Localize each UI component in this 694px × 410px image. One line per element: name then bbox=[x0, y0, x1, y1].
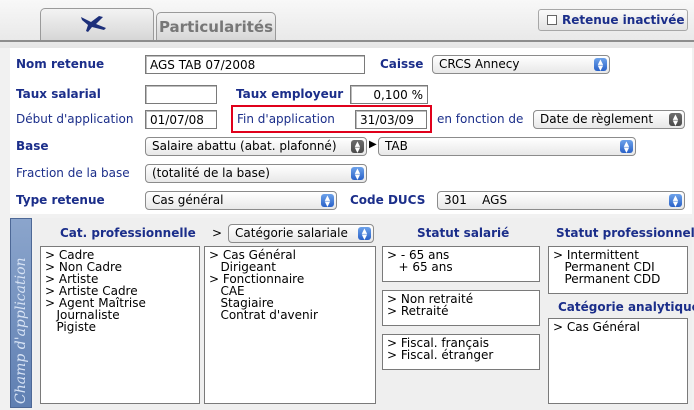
list-item[interactable]: Contrat d'avenir bbox=[209, 309, 371, 321]
checkbox-box[interactable] bbox=[547, 15, 557, 25]
list-item[interactable]: > Cas Général bbox=[553, 321, 683, 333]
statut-pro-header: Statut professionnel bbox=[556, 226, 694, 240]
tab-particularites[interactable]: Particularités bbox=[156, 12, 276, 40]
type-retenue-label: Type retenue bbox=[16, 193, 105, 207]
cat-analytique-list[interactable]: > Cas Général bbox=[548, 318, 688, 404]
list-item[interactable]: > Fiscal. étranger bbox=[387, 349, 535, 361]
fraction-base-value: (totalité de la base) bbox=[152, 166, 270, 180]
debut-application-label: Début d'application bbox=[16, 112, 134, 126]
statut-retraite-list[interactable]: > Non retraité > Retraité bbox=[382, 290, 540, 326]
cat-pro-list[interactable]: > Cadre > Non Cadre > Artiste > Artiste … bbox=[40, 246, 200, 404]
list-item[interactable]: > Retraité bbox=[387, 305, 535, 317]
base-sub-select[interactable]: TAB ▲ ▼ bbox=[378, 137, 636, 156]
cat-sal-value: Catégorie salariale bbox=[235, 226, 348, 240]
tab-divider bbox=[0, 40, 694, 42]
fraction-base-label: Fraction de la base bbox=[16, 166, 130, 180]
taux-salarial-label: Taux salarial bbox=[16, 87, 101, 101]
fraction-base-select[interactable]: (totalité de la base) ▲ ▼ bbox=[145, 164, 367, 183]
base-sub-value: TAB bbox=[385, 139, 408, 153]
retenue-inactive-checkbox[interactable]: Retenue inactivée bbox=[538, 9, 688, 31]
statut-fiscal-list[interactable]: > Fiscal. français > Fiscal. étranger bbox=[382, 334, 540, 370]
code-ducs-select[interactable]: 301 AGS ▲ ▼ bbox=[437, 191, 685, 210]
select-arrows-icon: ▲ ▼ bbox=[358, 227, 371, 241]
caisse-label: Caisse bbox=[380, 57, 424, 71]
statut-age-list[interactable]: > - 65 ans + 65 ans bbox=[382, 246, 540, 282]
taux-employeur-label: Taux employeur bbox=[236, 87, 344, 101]
taux-employeur-input[interactable]: 0,100 % bbox=[350, 85, 428, 104]
base-select[interactable]: Salaire abattu (abat. plafonné) ▲ ▼ bbox=[145, 137, 367, 156]
fin-application-input[interactable]: 31/03/09 bbox=[355, 110, 427, 129]
select-arrows-icon: ▲ ▼ bbox=[321, 194, 334, 208]
tab-icon[interactable] bbox=[40, 8, 154, 40]
champ-application-label: Champ d'application bbox=[13, 257, 29, 404]
select-arrows-icon: ▲ ▼ bbox=[669, 194, 682, 208]
plane-icon bbox=[81, 16, 106, 32]
debut-application-input[interactable]: 01/07/08 bbox=[145, 110, 217, 129]
nom-retenue-input[interactable]: AGS TAB 07/2008 bbox=[145, 55, 365, 74]
select-arrows-icon: ▲ ▼ bbox=[351, 167, 364, 181]
cat-sal-prefix: > bbox=[212, 226, 223, 240]
statut-pro-list[interactable]: > Intermittent Permanent CDI Permanent C… bbox=[548, 246, 688, 294]
en-fonction-value: Date de règlement bbox=[540, 112, 654, 126]
retenue-inactive-label: Retenue inactivée bbox=[562, 13, 685, 27]
en-fonction-label: en fonction de bbox=[437, 112, 524, 126]
cat-sal-select[interactable]: Catégorie salariale ▲ ▼ bbox=[228, 224, 374, 243]
list-item[interactable]: Permanent CDD bbox=[553, 273, 683, 285]
cat-pro-header: Cat. professionnelle bbox=[60, 226, 196, 240]
code-ducs-label: Code DUCS bbox=[350, 193, 426, 207]
select-arrows-icon: ▲ ▼ bbox=[620, 140, 633, 154]
select-arrows-icon: ▲ ▼ bbox=[594, 58, 607, 72]
select-arrows-icon: ▲ ▼ bbox=[669, 113, 682, 127]
taux-salarial-input[interactable] bbox=[145, 85, 217, 104]
fin-application-label: Fin d'application bbox=[237, 112, 335, 126]
base-label: Base bbox=[16, 139, 49, 153]
list-item[interactable]: Pigiste bbox=[45, 321, 195, 333]
caisse-select[interactable]: CRCS Annecy ▲ ▼ bbox=[432, 55, 610, 74]
code-ducs-value: 301 AGS bbox=[444, 193, 508, 207]
arrow-right-icon: ▶ bbox=[369, 139, 377, 150]
statut-salarie-header: Statut salarié bbox=[417, 226, 510, 240]
cat-analytique-header: Catégorie analytique bbox=[558, 300, 694, 314]
champ-application-sidebar: Champ d'application bbox=[10, 218, 32, 408]
list-item[interactable]: + 65 ans bbox=[387, 261, 535, 273]
caisse-value: CRCS Annecy bbox=[439, 57, 520, 71]
en-fonction-select[interactable]: Date de règlement ▲ ▼ bbox=[533, 110, 685, 129]
base-value: Salaire abattu (abat. plafonné) bbox=[152, 139, 337, 153]
type-retenue-value: Cas général bbox=[152, 193, 224, 207]
cat-sal-list[interactable]: > Cas Général Dirigeant > Fonctionnaire … bbox=[204, 246, 376, 404]
type-retenue-select[interactable]: Cas général ▲ ▼ bbox=[145, 191, 337, 210]
nom-retenue-label: Nom retenue bbox=[16, 57, 105, 71]
select-arrows-icon: ▲ ▼ bbox=[351, 140, 364, 154]
